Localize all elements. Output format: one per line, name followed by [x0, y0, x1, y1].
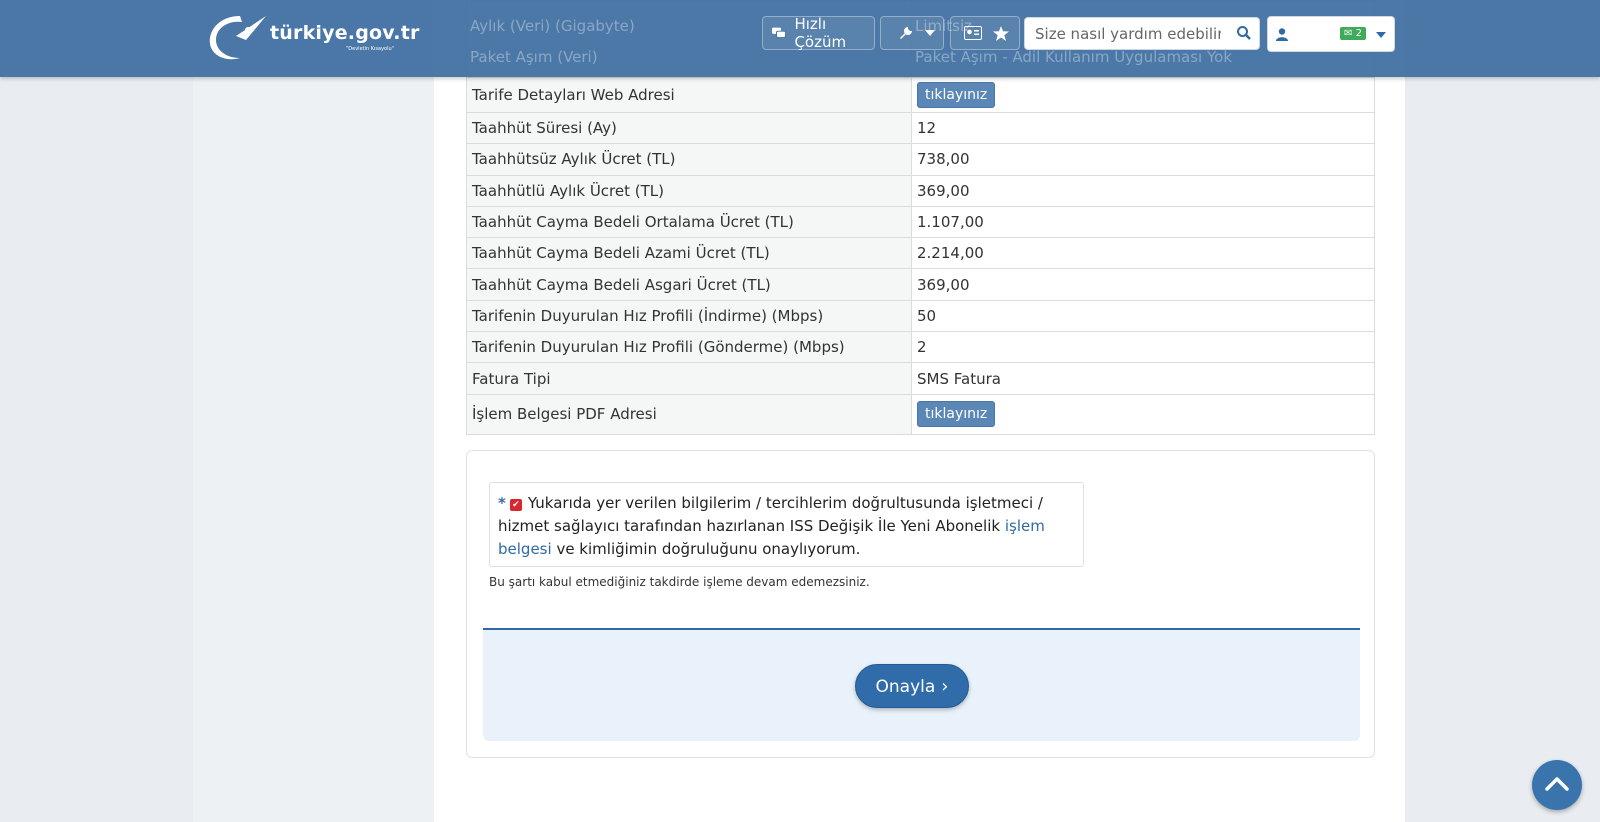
row-label: Taahhütsüz Aylık Ücret (TL) — [466, 143, 912, 176]
table-row: Taahhüt Cayma Bedeli Asgari Ücret (TL) 36… — [466, 268, 1375, 301]
confirm-text-start: Yukarıda yer verilen bilgilerim / tercih… — [498, 494, 1043, 535]
chevron-up-icon — [1545, 777, 1569, 791]
row-label: Taahhüt Cayma Bedeli Ortalama Ücret (TL) — [466, 205, 912, 239]
table-row: Taahhüt Cayma Bedeli Ortalama Ücret (TL)… — [466, 205, 1375, 239]
ghost-row-label: Aylık (Veri) (Gigabyte) — [470, 17, 635, 35]
crescent-star-icon — [209, 16, 266, 60]
table-row: İşlem Belgesi PDF Adresi tıklayınız — [466, 393, 1375, 435]
caret-down-icon — [925, 30, 935, 36]
row-label: Taahhütlü Aylık Ücret (TL) — [466, 174, 912, 207]
row-value: 1.107,00 — [911, 205, 1375, 239]
top-header: Aylık (Veri) (Gigabyte) Limitsiz Paket A… — [0, 0, 1600, 77]
row-label: Taahhüt Cayma Bedeli Azami Ücret (TL) — [466, 237, 912, 270]
terms-note: Bu şartı kabul etmediğiniz takdirde işle… — [489, 575, 870, 589]
tools-dropdown-button[interactable] — [880, 16, 944, 50]
user-icon — [1276, 28, 1288, 41]
row-label: Taahhüt Cayma Bedeli Asgari Ücret (TL) — [466, 268, 912, 301]
chevron-right-icon: › — [941, 676, 949, 697]
search-icon[interactable] — [1236, 25, 1252, 41]
table-row: Fatura Tipi SMS Fatura — [466, 362, 1375, 395]
row-value: 12 — [911, 111, 1375, 145]
id-card-icon — [964, 26, 982, 40]
quick-solution-label: Hızlı Çözüm — [794, 15, 847, 51]
row-value: 369,00 — [911, 268, 1375, 301]
row-label: Tarifenin Duyurulan Hız Profili (İndirme… — [466, 299, 912, 333]
profile-favorites-button[interactable] — [950, 16, 1020, 50]
row-label: Taahhüt Süresi (Ay) — [466, 111, 912, 145]
search-box — [1024, 17, 1260, 50]
row-value: 369,00 — [911, 174, 1375, 207]
table-row: Tarifenin Duyurulan Hız Profili (İndirme… — [466, 299, 1375, 333]
mail-badge[interactable]: ✉ 2 — [1340, 27, 1366, 40]
row-label: Tarifenin Duyurulan Hız Profili (Gönderm… — [466, 331, 912, 364]
action-area: Onayla › — [483, 628, 1360, 741]
caret-down-icon — [1376, 32, 1386, 38]
row-value: 738,00 — [911, 143, 1375, 176]
table-row: Tarifenin Duyurulan Hız Profili (Gönderm… — [466, 331, 1375, 364]
tariff-details-link-button[interactable]: tıklayınız — [917, 82, 996, 108]
logo-text: türkiye.gov.tr — [270, 22, 420, 44]
row-label: İşlem Belgesi PDF Adresi — [466, 393, 912, 435]
table-row: Tarife Detayları Web Adresi tıklayınız — [466, 77, 1375, 113]
pdf-document-link-button[interactable]: tıklayınız — [917, 401, 996, 428]
confirm-button-label: Onayla — [875, 677, 936, 697]
row-value: 2.214,00 — [911, 237, 1375, 270]
logo-subtext: "Devletin Kısayolu" — [346, 46, 394, 52]
scroll-to-top-button[interactable] — [1532, 760, 1582, 810]
row-label: Fatura Tipi — [466, 362, 912, 395]
wrench-icon — [900, 27, 912, 39]
row-value: 50 — [911, 299, 1375, 333]
search-input[interactable] — [1025, 18, 1221, 49]
chat-icon — [772, 27, 787, 38]
row-value: 2 — [911, 331, 1375, 364]
envelope-icon: ✉ — [1344, 28, 1353, 39]
table-row: Taahhüt Cayma Bedeli Azami Ücret (TL) 2.2… — [466, 237, 1375, 270]
required-mark: * — [498, 494, 506, 512]
mail-count: 2 — [1355, 28, 1362, 39]
table-row: Taahhütlü Aylık Ücret (TL) 369,00 — [466, 174, 1375, 207]
turkiye-gov-logo[interactable]: türkiye.gov.tr "Devletin Kısayolu" — [206, 12, 419, 62]
ghost-row-value: Paket Aşım - Adil Kullanım Uygulaması Yo… — [915, 48, 1233, 66]
confirmation-panel: * ✔ Yukarıda yer verilen bilgilerim / terc… — [466, 450, 1375, 758]
user-menu-button[interactable]: ✉ 2 — [1267, 16, 1395, 52]
confirm-button[interactable]: Onayla › — [855, 664, 969, 708]
confirm-checkbox[interactable]: ✔ — [509, 499, 522, 511]
confirm-text-end: ve kimliğimin doğruluğunu onaylıyorum. — [556, 540, 861, 558]
row-label: Tarife Detayları Web Adresi — [466, 77, 912, 113]
ghost-row-label: Paket Aşım (Veri) — [470, 48, 598, 66]
table-row: Taahhütsüz Aylık Ücret (TL) 738,00 — [466, 143, 1375, 176]
table-row: Taahhüt Süresi (Ay) 12 — [466, 111, 1375, 145]
confirmation-checkbox-area: * ✔ Yukarıda yer verilen bilgilerim / terc… — [489, 482, 1084, 567]
row-value: SMS Fatura — [911, 362, 1375, 395]
star-icon[interactable] — [993, 25, 1009, 41]
quick-solution-button[interactable]: Hızlı Çözüm — [762, 15, 875, 51]
